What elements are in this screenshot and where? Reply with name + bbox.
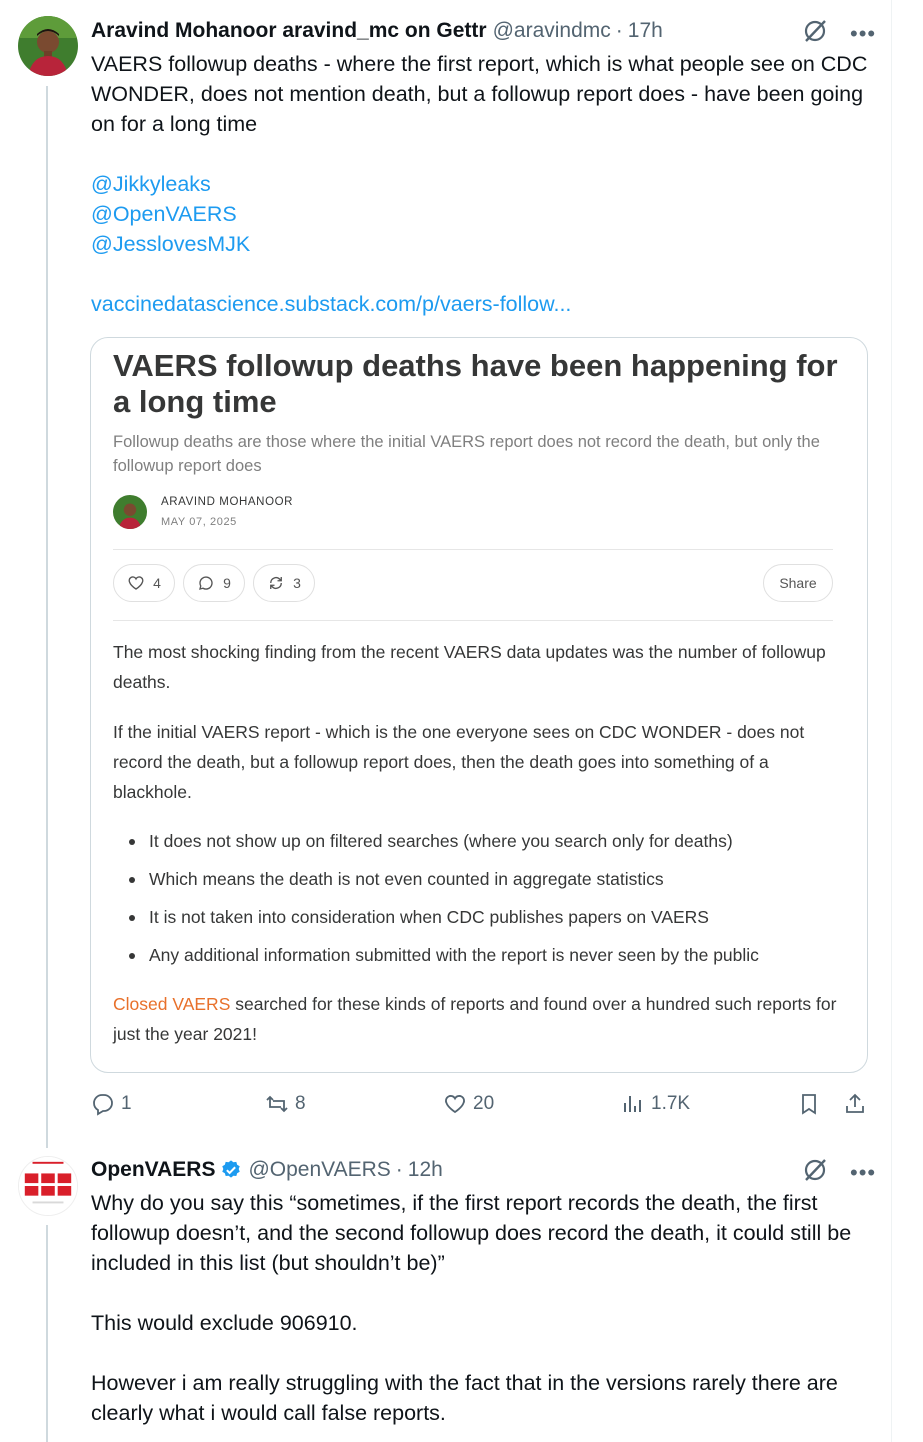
restack-count: 3 <box>293 575 301 591</box>
paragraph-text: If the initial VAERS report - which is t… <box>113 722 805 802</box>
timestamp[interactable]: 12h <box>408 1158 443 1182</box>
avatar-aravind[interactable] <box>18 16 78 76</box>
tweet-header: Aravind Mohanoor aravind_mc on Gettr @ar… <box>91 16 663 46</box>
comment-count: 9 <box>223 575 231 591</box>
tweet-paragraph: Why do you say this “sometimes, if the f… <box>91 1191 852 1275</box>
tweet-link[interactable]: vaccinedatascience.substack.com/p/vaers-… <box>91 292 571 316</box>
share-label: Share <box>779 575 817 591</box>
tweet-header: OpenVAERS @OpenVAERS · 12h <box>91 1155 443 1185</box>
bookmark-button[interactable] <box>797 1092 821 1116</box>
author-name: ARAVIND MOHANOOR <box>161 496 294 508</box>
tweet-paragraph: This would exclude 906910. <box>91 1311 358 1335</box>
views-icon <box>624 1096 641 1112</box>
thread-line <box>46 86 48 1148</box>
separator-dot: · <box>395 1158 403 1181</box>
handle[interactable]: @OpenVAERS <box>248 1158 390 1182</box>
separator-dot: · <box>615 19 623 42</box>
comment-icon <box>199 576 213 590</box>
views-button[interactable]: 1.7K <box>621 1092 690 1116</box>
repost-count: 8 <box>295 1093 306 1114</box>
like-button[interactable]: 20 <box>443 1092 494 1116</box>
paragraph-text: The most shocking finding from the recen… <box>113 642 826 692</box>
thread-line <box>46 1225 48 1442</box>
bullet-list: It does not show up on filtered searches… <box>113 826 843 978</box>
reply-button[interactable]: 1 <box>91 1092 132 1116</box>
like-icon <box>445 1095 465 1114</box>
share-pill[interactable]: Share <box>763 564 833 602</box>
link-preview-card[interactable]: VAERS followup deaths have been happenin… <box>90 337 868 1073</box>
restack-pill[interactable]: 3 <box>253 564 315 602</box>
more-icon[interactable]: ••• <box>850 1161 876 1183</box>
heart-icon <box>128 576 144 590</box>
tweet-action-bar: 1 8 20 1.7K <box>91 1092 871 1122</box>
display-name[interactable]: OpenVAERS <box>91 1158 215 1182</box>
reply-icon <box>93 1094 113 1116</box>
mention-jesslovesmjk[interactable]: @JesslovesMJK <box>91 232 250 256</box>
tweet-paragraph: However i am really struggling with the … <box>91 1371 838 1425</box>
more-icon[interactable]: ••• <box>850 22 876 44</box>
share-icon <box>846 1093 864 1113</box>
repost-button[interactable]: 8 <box>265 1092 306 1116</box>
comment-pill[interactable]: 9 <box>183 564 245 602</box>
avatar-openvaers[interactable] <box>18 1156 78 1216</box>
verified-badge-icon <box>222 1160 241 1178</box>
handle[interactable]: @aravindmc <box>493 19 611 43</box>
divider <box>113 620 833 621</box>
list-item: Any additional information submitted wit… <box>113 940 843 978</box>
tweet-body: VAERS followup deaths - where the first … <box>91 52 868 136</box>
share-button[interactable] <box>843 1092 867 1116</box>
card-paragraph-1: The most shocking finding from the recen… <box>113 637 843 697</box>
reply-count: 1 <box>121 1093 132 1114</box>
like-pill[interactable]: 4 <box>113 564 175 602</box>
tweet-text: VAERS followup deaths - where the first … <box>91 49 871 319</box>
tweet-text: Why do you say this “sometimes, if the f… <box>91 1188 871 1428</box>
restack-icon <box>270 577 283 589</box>
card-subtitle: Followup deaths are those where the init… <box>113 433 820 475</box>
card-title: VAERS followup deaths have been happenin… <box>113 348 838 419</box>
post-date: MAY 07, 2025 <box>161 516 237 528</box>
list-item: It is not taken into consideration when … <box>113 902 843 940</box>
mention-jikkyleaks[interactable]: @Jikkyleaks <box>91 172 211 196</box>
column-border <box>891 0 892 1442</box>
list-item: It does not show up on filtered searches… <box>113 826 843 864</box>
timestamp[interactable]: 17h <box>628 19 663 43</box>
like-count: 20 <box>473 1093 495 1114</box>
author-avatar <box>113 495 147 529</box>
tweet-header-actions: ••• <box>802 18 876 49</box>
grok-icon[interactable] <box>802 18 828 49</box>
views-count: 1.7K <box>651 1093 691 1114</box>
mention-openvaers[interactable]: @OpenVAERS <box>91 202 237 226</box>
tweet-header-actions: ••• <box>802 1157 876 1188</box>
grok-icon[interactable] <box>802 1157 828 1188</box>
display-name[interactable]: Aravind Mohanoor aravind_mc on Gettr <box>91 19 487 43</box>
list-item: Which means the death is not even counte… <box>113 864 843 902</box>
card-paragraph-2: If the initial VAERS report - which is t… <box>113 717 843 807</box>
like-count: 4 <box>153 575 161 591</box>
divider <box>113 549 833 550</box>
bookmark-icon <box>802 1094 816 1115</box>
repost-icon <box>266 1095 288 1113</box>
closed-vaers-link[interactable]: Closed VAERS <box>113 994 230 1014</box>
card-paragraph-3: Closed VAERS searched for these kinds of… <box>113 989 843 1049</box>
